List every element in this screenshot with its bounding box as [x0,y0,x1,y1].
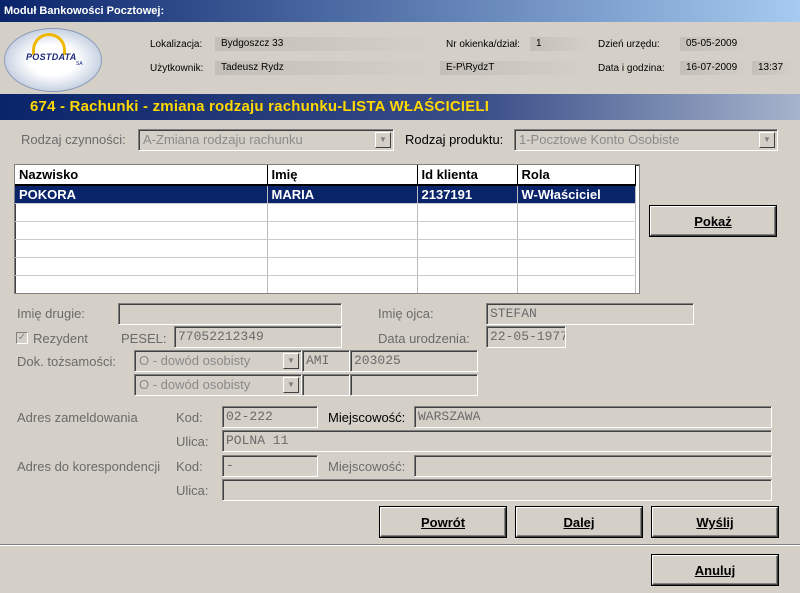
cell-imie: MARIA [267,185,418,204]
cell-rola: W-Właściciel [517,185,636,204]
dok2-number-field[interactable] [350,374,478,396]
table-row[interactable] [15,239,636,258]
uzytkownik-label: Użytkownik: [150,63,204,74]
data-value: 16-07-2009 [680,61,750,75]
kod-kor-label: Kod: [176,459,203,474]
logo-text: POSTDATA [26,52,77,62]
pesel-label: PESEL: [121,331,167,346]
table-row[interactable] [15,221,636,240]
powrot-button[interactable]: Powrót [380,507,506,537]
kod-label: Kod: [176,410,203,425]
imie-ojca-field[interactable]: STEFAN [486,303,694,325]
uzytkownik-value: Tadeusz Rydz [215,61,440,75]
dzien-urzedu-value: 05-05-2009 [680,37,750,51]
page-title: 674 - Rachunki - zmiana rodzaju rachunku… [0,94,800,120]
dok1-series-field[interactable]: AMI [302,350,350,372]
ulica-korespondencji-field[interactable] [222,479,772,501]
anuluj-button[interactable]: Anuluj [652,555,778,585]
column-header-nazwisko[interactable]: Nazwisko [15,165,268,186]
rodzaj-czynnosci-value: A-Zmiana rodzaju rachunku [143,132,303,147]
adres-zameldowania-label: Adres zameldowania [17,410,138,425]
login-value: E-P\RydzT [440,61,590,75]
info-header [0,22,800,94]
godzina-value: 13:37 [752,61,794,75]
cell-nazwisko: POKORA [15,185,268,204]
imie-drugie-field[interactable] [118,303,342,325]
lokalizacja-value: Bydgoszcz 33 [215,37,440,51]
imie-ojca-label: Imię ojca: [378,306,434,321]
wyslij-button[interactable]: Wyślij [652,507,778,537]
chevron-down-icon[interactable]: ▼ [283,353,299,369]
okienko-value: 1 [530,37,590,51]
ulica-kor-label: Ulica: [176,483,209,498]
pesel-field[interactable]: 77052212349 [174,326,342,348]
rezydent-checkbox[interactable]: ✓ [16,332,28,344]
rodzaj-produktu-label: Rodzaj produktu: [405,132,504,147]
data-godzina-label: Data i godzina: [598,63,665,74]
column-header-rola[interactable]: Rola [517,165,636,186]
table-row[interactable] [15,257,636,276]
dok1-type-select[interactable]: O - dowód osobisty ▼ [134,350,302,372]
dok2-type-select[interactable]: O - dowód osobisty ▼ [134,374,302,396]
dzien-urzedu-label: Dzień urzędu: [598,39,660,50]
logo-sub: SA [76,61,83,67]
table-header-row: Nazwisko Imię Id klienta Rola [15,165,636,186]
column-header-id-klienta[interactable]: Id klienta [417,165,518,186]
miejscowosc-korespondencji-field[interactable] [414,455,772,477]
rodzaj-produktu-select[interactable]: 1-Pocztowe Konto Osobiste ▼ [514,129,778,151]
dok1-type-value: O - dowód osobisty [139,353,251,368]
pokaz-button[interactable]: Pokaż [650,206,776,236]
dok2-type-value: O - dowód osobisty [139,377,251,392]
dok-tozsamosci-label: Dok. tożsamości: [17,354,116,369]
kod-korespondencji-field[interactable]: - [222,455,318,477]
table-row[interactable]: POKORA MARIA 2137191 W-Właściciel [15,185,636,204]
imie-drugie-label: Imię drugie: [17,306,85,321]
table-row[interactable] [15,203,636,222]
kod-zameldowania-field[interactable]: 02-222 [222,406,318,428]
rodzaj-czynnosci-select[interactable]: A-Zmiana rodzaju rachunku ▼ [138,129,394,151]
chevron-down-icon[interactable]: ▼ [759,132,775,148]
dalej-button[interactable]: Dalej [516,507,642,537]
cell-id-klienta: 2137191 [417,185,518,204]
data-urodzenia-field[interactable]: 22-05-1977 [486,326,566,348]
rezydent-label: Rezydent [33,331,88,346]
owners-table[interactable]: Nazwisko Imię Id klienta Rola POKORA MAR… [14,164,640,294]
ulica-label: Ulica: [176,434,209,449]
adres-korespondencji-label: Adres do korespondencji [17,459,161,474]
rodzaj-produktu-value: 1-Pocztowe Konto Osobiste [519,132,680,147]
column-header-imie[interactable]: Imię [267,165,418,186]
window-title: Moduł Bankowości Pocztowej: [0,0,800,22]
miejscowosc-kor-label: Miejscowość: [328,459,406,474]
ulica-zameldowania-field[interactable]: POLNA 11 [222,430,772,452]
table-row[interactable] [15,275,636,293]
dok2-series-field[interactable] [302,374,350,396]
dok1-number-field[interactable]: 203025 [350,350,478,372]
miejscowosc-zameldowania-field[interactable]: WARSZAWA [414,406,772,428]
separator [0,544,800,546]
okienko-label: Nr okienka/dział: [446,39,520,50]
lokalizacja-label: Lokalizacja: [150,39,203,50]
chevron-down-icon[interactable]: ▼ [283,377,299,393]
rodzaj-czynnosci-label: Rodzaj czynności: [21,132,126,147]
data-urodzenia-label: Data urodzenia: [378,331,470,346]
chevron-down-icon[interactable]: ▼ [375,132,391,148]
miejscowosc-label: Miejscowość: [328,410,406,425]
